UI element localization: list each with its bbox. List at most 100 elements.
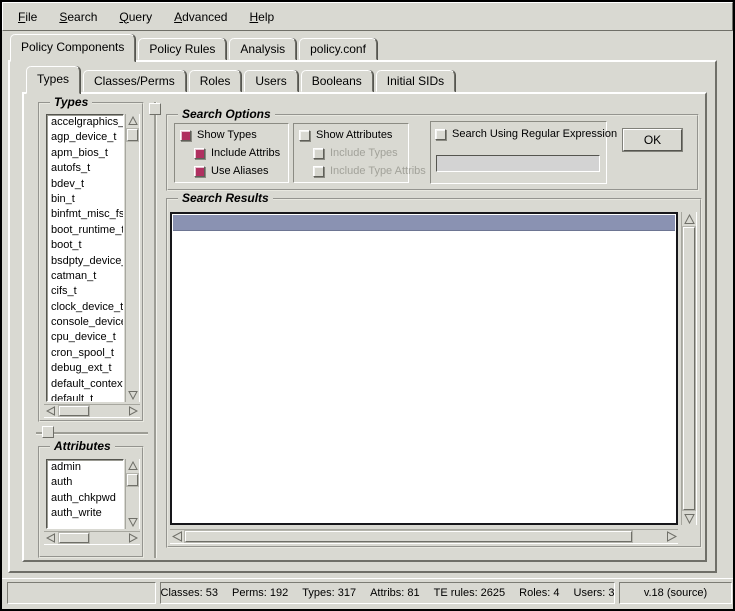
scroll-up-icon[interactable] [126, 459, 139, 473]
menu-advanced[interactable]: Advanced [165, 7, 236, 27]
status-cell-stats: Classes: 53Perms: 192Types: 317Attribs: … [160, 582, 615, 604]
scroll-left-icon[interactable] [170, 530, 184, 543]
scroll-up-icon[interactable] [126, 114, 139, 128]
tab-policy-conf[interactable]: policy.conf [299, 38, 377, 60]
scroll-left-icon[interactable] [44, 532, 58, 544]
component-tab-bar: Types Classes/Perms Roles Users Booleans… [26, 66, 455, 94]
tab-policy-components[interactable]: Policy Components [10, 34, 135, 62]
type-list-item[interactable]: autofs_t [47, 161, 123, 176]
menu-search[interactable]: Search [50, 7, 106, 27]
type-list-item[interactable]: bin_t [47, 192, 123, 207]
scrollbar-thumb[interactable] [59, 406, 89, 416]
results-vertical-scrollbar[interactable] [681, 212, 697, 525]
policy-stat: Types: 317 [302, 587, 356, 599]
type-list-item[interactable]: clock_device_t [47, 300, 123, 315]
tab-users[interactable]: Users [244, 70, 297, 92]
scroll-down-icon[interactable] [682, 511, 696, 525]
checkbox-unchecked-icon [299, 130, 310, 141]
attributes-listbox[interactable]: adminauthauth_chkpwdauth_write [46, 459, 124, 529]
type-list-item[interactable]: cifs_t [47, 284, 123, 299]
type-list-item[interactable]: catman_t [47, 269, 123, 284]
scroll-up-icon[interactable] [682, 212, 696, 226]
scroll-left-icon[interactable] [44, 405, 58, 417]
type-list-item[interactable]: accelgraphics_e [47, 115, 123, 130]
attribute-list-item[interactable]: admin [47, 460, 123, 475]
type-list-item[interactable]: default_context [47, 377, 123, 392]
type-list-item[interactable]: apm_bios_t [47, 146, 123, 161]
attribute-list-item[interactable]: auth_chkpwd [47, 491, 123, 506]
types-vertical-scrollbar[interactable] [125, 114, 140, 402]
tab-policy-rules[interactable]: Policy Rules [138, 38, 226, 60]
attributes-horizontal-scrollbar[interactable] [44, 531, 140, 545]
scrollbar-thumb[interactable] [127, 129, 138, 141]
type-list-item[interactable]: cpu_device_t [47, 330, 123, 345]
type-list-item[interactable]: agp_device_t [47, 130, 123, 145]
type-list-item[interactable]: cron_spool_t [47, 346, 123, 361]
regex-input[interactable] [436, 155, 600, 172]
scroll-right-icon[interactable] [664, 530, 678, 543]
show-types-checkbox[interactable]: Show Types [180, 129, 257, 141]
policy-stat: Roles: 4 [519, 587, 559, 599]
attribute-list-item[interactable]: auth [47, 475, 123, 490]
type-list-item[interactable]: console_device [47, 315, 123, 330]
scrollbar-trough[interactable] [126, 128, 139, 388]
ok-button[interactable]: OK [623, 129, 682, 151]
search-results-text[interactable] [170, 212, 678, 525]
menu-query[interactable]: Query [110, 7, 161, 27]
scroll-down-icon[interactable] [126, 388, 139, 402]
results-horizontal-scrollbar[interactable] [170, 529, 678, 544]
tab-analysis[interactable]: Analysis [229, 38, 296, 60]
policy-stat: Attribs: 81 [370, 587, 420, 599]
tab-initial-sids[interactable]: Initial SIDs [376, 70, 455, 92]
show-attributes-checkbox[interactable]: Show Attributes [299, 129, 392, 141]
checkbox-label: Show Types [197, 129, 257, 141]
scroll-right-icon[interactable] [126, 532, 140, 544]
type-list-item[interactable]: bsdpty_device_ [47, 254, 123, 269]
type-list-item[interactable]: debug_ext_t [47, 361, 123, 376]
use-aliases-checkbox[interactable]: Use Aliases [194, 165, 268, 177]
types-group-title: Types [50, 95, 92, 109]
vertical-sash-handle[interactable] [149, 103, 161, 115]
scrollbar-trough[interactable] [126, 473, 139, 515]
scrollbar-thumb[interactable] [185, 531, 632, 542]
tab-classes-perms[interactable]: Classes/Perms [83, 70, 186, 92]
attributes-vertical-scrollbar[interactable] [125, 459, 140, 529]
scroll-down-icon[interactable] [126, 515, 139, 529]
vertical-sash[interactable] [154, 102, 156, 558]
scrollbar-trough[interactable] [58, 532, 126, 544]
status-cell-empty [7, 582, 156, 604]
tab-types[interactable]: Types [26, 66, 80, 94]
scrollbar-thumb[interactable] [127, 474, 138, 486]
type-list-item[interactable]: boot_runtime_t [47, 223, 123, 238]
tab-booleans[interactable]: Booleans [301, 70, 373, 92]
types-listbox[interactable]: accelgraphics_eagp_device_tapm_bios_taut… [46, 114, 124, 402]
scrollbar-trough[interactable] [682, 226, 696, 511]
scrollbar-trough[interactable] [184, 530, 664, 543]
scrollbar-thumb[interactable] [59, 533, 89, 543]
scroll-right-icon[interactable] [126, 405, 140, 417]
attribute-list-item[interactable]: auth_write [47, 506, 123, 521]
type-list-item[interactable]: boot_t [47, 238, 123, 253]
checkbox-label: Use Aliases [211, 165, 268, 177]
type-list-item[interactable]: binfmt_misc_fs [47, 207, 123, 222]
type-list-item[interactable]: bdev_t [47, 177, 123, 192]
selected-line [173, 215, 675, 231]
type-list-item[interactable]: default_t [47, 392, 123, 402]
show-attributes-frame: Show Attributes Include Types Include Ty… [293, 123, 409, 183]
status-cell-version: v.18 (source) [619, 582, 732, 604]
checkbox-checked-icon [194, 166, 205, 177]
regex-checkbox[interactable]: Search Using Regular Expression [435, 128, 617, 140]
tab-roles[interactable]: Roles [189, 70, 242, 92]
menu-file[interactable]: File [9, 7, 46, 27]
include-types-checkbox: Include Types [313, 147, 398, 159]
scrollbar-thumb[interactable] [683, 227, 695, 510]
horizontal-sash-handle[interactable] [42, 426, 54, 438]
scrollbar-trough[interactable] [58, 405, 126, 417]
menu-help[interactable]: Help [240, 7, 283, 27]
types-horizontal-scrollbar[interactable] [44, 404, 140, 418]
regex-frame: Search Using Regular Expression [430, 121, 607, 184]
policy-version-label: v.18 (source) [644, 587, 707, 599]
main-tab-bar: Policy Components Policy Rules Analysis … [10, 34, 377, 62]
include-attribs-checkbox[interactable]: Include Attribs [194, 147, 280, 159]
show-types-frame: Show Types Include Attribs Use Aliases [174, 123, 289, 183]
